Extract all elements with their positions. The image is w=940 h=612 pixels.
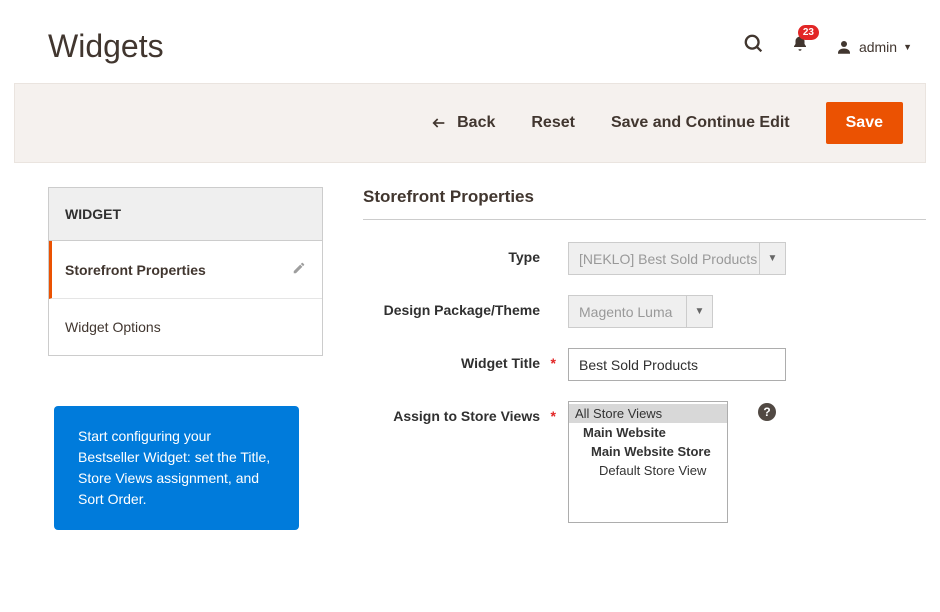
store-option[interactable]: All Store Views [569, 404, 727, 423]
caret-down-icon: ▼ [903, 42, 912, 52]
type-select: [NEKLO] Best Sold Products ▼ [568, 242, 786, 275]
notifications-button[interactable]: 23 [791, 35, 809, 58]
content-body: WIDGET Storefront Properties Widget Opti… [0, 163, 940, 543]
sidebar-title: WIDGET [49, 188, 322, 241]
sidebar-item-options[interactable]: Widget Options [49, 299, 322, 355]
chevron-down-icon: ▼ [686, 296, 712, 327]
store-option[interactable]: Default Store View [569, 461, 727, 480]
header-actions: 23 admin ▼ [743, 33, 912, 60]
search-icon[interactable] [743, 33, 765, 60]
section-title: Storefront Properties [363, 187, 926, 220]
chevron-down-icon: ▼ [759, 243, 785, 274]
label-assign: Assign to Store Views [363, 401, 568, 424]
label-title: Widget Title [363, 348, 568, 371]
sidebar-item-label: Storefront Properties [65, 262, 206, 278]
back-button[interactable]: Back [431, 114, 495, 132]
label-type: Type [363, 242, 568, 265]
save-continue-button[interactable]: Save and Continue Edit [611, 114, 790, 132]
store-views-select[interactable]: All Store Views Main Website Main Websit… [568, 401, 728, 523]
widget-title-input[interactable] [568, 348, 786, 381]
reset-button[interactable]: Reset [531, 114, 575, 132]
main-form: Storefront Properties Type [NEKLO] Best … [363, 187, 926, 543]
label-theme: Design Package/Theme [363, 295, 568, 318]
row-assign: Assign to Store Views All Store Views Ma… [363, 401, 926, 523]
action-bar: Back Reset Save and Continue Edit Save [14, 83, 926, 163]
help-callout: Start configuring your Bestseller Widget… [54, 406, 299, 530]
sidebar-item-storefront[interactable]: Storefront Properties [49, 241, 322, 299]
admin-menu[interactable]: admin ▼ [835, 38, 912, 56]
notification-badge: 23 [798, 25, 819, 40]
store-option[interactable]: Main Website [569, 423, 727, 442]
row-type: Type [NEKLO] Best Sold Products ▼ [363, 242, 926, 275]
save-button[interactable]: Save [826, 102, 903, 144]
row-title: Widget Title [363, 348, 926, 381]
page-header: Widgets 23 admin ▼ [0, 0, 940, 83]
theme-select: Magento Luma ▼ [568, 295, 713, 328]
admin-label: admin [859, 39, 897, 55]
edit-icon [292, 261, 306, 278]
sidebar: WIDGET Storefront Properties Widget Opti… [48, 187, 323, 543]
row-theme: Design Package/Theme Magento Luma ▼ [363, 295, 926, 328]
sidebar-panel: WIDGET Storefront Properties Widget Opti… [48, 187, 323, 356]
page-title: Widgets [48, 28, 164, 65]
sidebar-item-label: Widget Options [65, 319, 161, 335]
store-option[interactable]: Main Website Store [569, 442, 727, 461]
help-icon[interactable]: ? [758, 403, 776, 421]
